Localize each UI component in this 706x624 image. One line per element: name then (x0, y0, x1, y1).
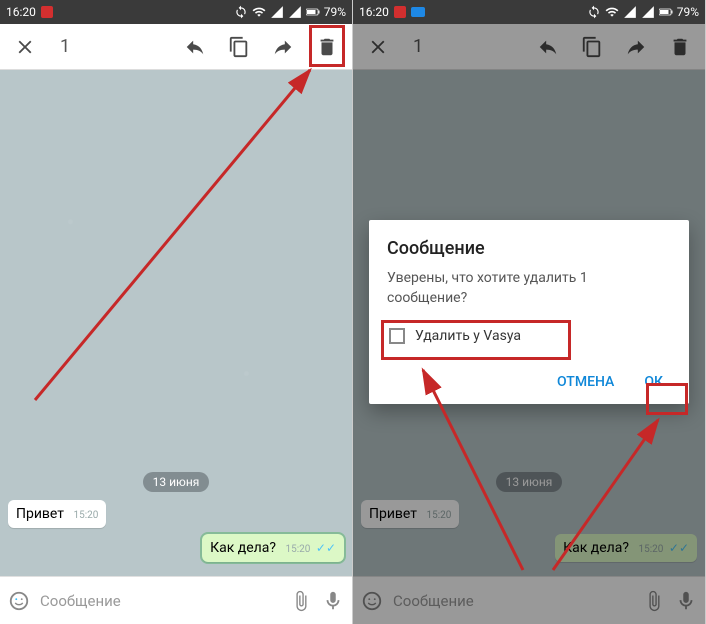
selection-toolbar: 1 (0, 24, 352, 70)
forward-button[interactable] (268, 32, 298, 62)
phone-right: 16:20 79% 1 13 июня Привет 15:20 Как д (353, 0, 706, 624)
close-icon (14, 36, 36, 58)
mic-icon[interactable] (322, 590, 344, 612)
signal-icon (623, 5, 637, 19)
copy-icon (228, 36, 250, 58)
battery-icon (659, 5, 673, 19)
sticker-icon[interactable] (8, 590, 30, 612)
checkbox-icon (389, 328, 405, 344)
message-incoming[interactable]: Привет 15:20 (8, 500, 106, 528)
close-button[interactable] (10, 32, 40, 62)
notification-badge-icon (394, 6, 406, 18)
reply-button[interactable] (180, 32, 210, 62)
dialog-title: Сообщение (387, 238, 671, 259)
signal-icon-2 (288, 5, 302, 19)
status-bar: 16:20 79% (0, 0, 352, 24)
message-input[interactable]: Сообщение (40, 592, 280, 610)
battery-percent: 79% (324, 5, 346, 19)
message-outgoing[interactable]: Как дела? 15:20 ✓✓ (202, 534, 344, 562)
selection-count: 1 (60, 36, 70, 57)
phone-left: 16:20 79% 1 13 июня (0, 0, 353, 624)
delete-dialog: Сообщение Уверены, что хотите удалить 1 … (369, 220, 689, 404)
status-bar: 16:20 79% (353, 0, 705, 24)
sync-icon (587, 5, 601, 19)
delete-for-both-checkbox[interactable]: Удалить у Vasya (387, 322, 671, 350)
sync-icon (234, 5, 248, 19)
ok-button[interactable]: ОК (636, 368, 671, 396)
message-text: Привет (16, 506, 64, 522)
message-time: 15:20 (74, 510, 99, 521)
read-ticks-icon: ✓✓ (316, 541, 336, 555)
battery-icon (306, 5, 320, 19)
dialog-body: Уверены, что хотите удалить 1 сообщение? (387, 269, 671, 308)
status-time: 16:20 (359, 5, 389, 19)
delete-button[interactable] (312, 32, 342, 62)
chat-area[interactable]: 13 июня Привет 15:20 Как дела? 15:20 ✓✓ (0, 70, 352, 576)
wifi-icon (605, 5, 619, 19)
notification-badge-icon (41, 6, 53, 18)
notification-badge-icon (411, 7, 425, 17)
copy-button[interactable] (224, 32, 254, 62)
trash-icon (316, 36, 338, 58)
date-separator: 13 июня (143, 472, 210, 492)
forward-icon (272, 36, 294, 58)
cancel-button[interactable]: ОТМЕНА (549, 368, 622, 396)
message-input-bar: Сообщение (0, 576, 352, 624)
signal-icon-2 (641, 5, 655, 19)
attach-icon[interactable] (290, 590, 312, 612)
wifi-icon (252, 5, 266, 19)
status-time: 16:20 (6, 5, 36, 19)
message-time: 15:20 (286, 544, 311, 555)
message-text: Как дела? (210, 540, 276, 556)
checkbox-label: Удалить у Vasya (415, 328, 521, 344)
battery-percent: 79% (677, 5, 699, 19)
reply-icon (184, 36, 206, 58)
signal-icon (270, 5, 284, 19)
